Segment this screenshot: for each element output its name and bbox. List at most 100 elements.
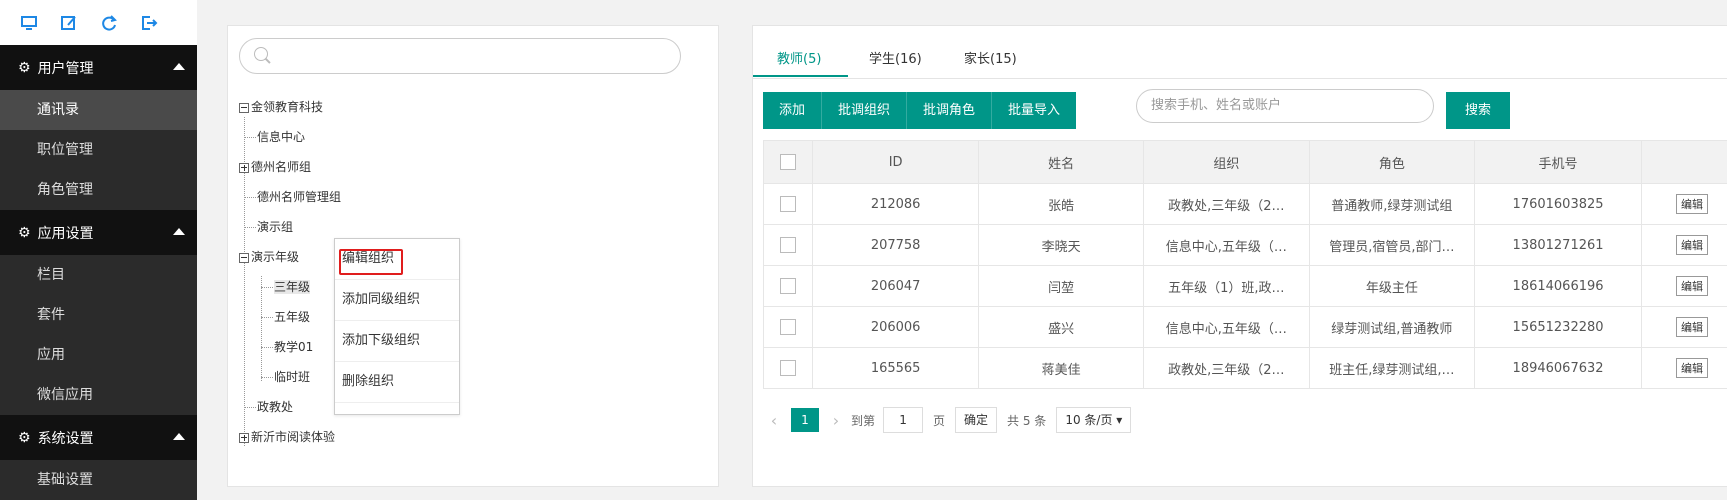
ctx-delete-org[interactable]: 删除组织 (335, 362, 459, 403)
sidebar-item-wechat-apps[interactable]: 微信应用 (0, 375, 197, 415)
tree-node[interactable]: 五年级 (261, 308, 310, 325)
sidebar-item-roles[interactable]: 角色管理 (0, 170, 197, 210)
cell-name: 盛兴 (979, 307, 1144, 348)
menu-group-app[interactable]: ⚙ 应用设置 (0, 210, 197, 255)
tree-node[interactable]: 临时班 (261, 368, 310, 385)
cell-phone: 13801271261 (1475, 225, 1642, 266)
cell-phone: 18614066196 (1475, 266, 1642, 307)
tab-students[interactable]: 学生(16) (869, 48, 922, 67)
gear-icon: ⚙ (18, 60, 31, 76)
tree-node[interactable]: 德州名师管理组 (244, 188, 341, 205)
tree-node[interactable]: 政教处 (244, 398, 293, 415)
table-header-row: ID 姓名 组织 角色 手机号 (764, 141, 1727, 184)
tree-node[interactable]: 信息中心 (244, 128, 305, 145)
collapse-icon[interactable] (239, 103, 249, 113)
header-phone: 手机号 (1475, 141, 1642, 184)
next-page-icon[interactable]: › (825, 411, 847, 430)
expand-icon[interactable] (239, 163, 249, 173)
search-button[interactable]: 搜索 (1446, 92, 1510, 129)
refresh-icon[interactable] (100, 14, 118, 32)
header-org: 组织 (1144, 141, 1310, 184)
row-select-cell (764, 184, 813, 225)
cell-role: 班主任,绿芽测试组,… (1309, 348, 1474, 389)
action-button-group: 添加 批调组织 批调角色 批量导入 (763, 92, 1076, 129)
collapse-icon[interactable] (239, 253, 249, 263)
menu-group-user[interactable]: ⚙ 用户管理 (0, 45, 197, 90)
row-checkbox[interactable] (780, 237, 796, 253)
sidebar-item-suites[interactable]: 套件 (0, 295, 197, 335)
ctx-add-sibling-org[interactable]: 添加同级组织 (335, 280, 459, 321)
cell-role: 管理员,宿管员,部门… (1309, 225, 1474, 266)
batch-import-button[interactable]: 批量导入 (992, 92, 1076, 129)
cell-name: 李晓天 (979, 225, 1144, 266)
header-role: 角色 (1309, 141, 1474, 184)
page-label: 页 (933, 412, 945, 429)
table-row: 212086 张皓 政教处,三年级（2… 普通教师,绿芽测试组 17601603… (764, 184, 1727, 225)
edit-button[interactable]: 编辑 (1676, 194, 1708, 214)
tab-teachers[interactable]: 教师(5) (777, 48, 821, 67)
row-checkbox[interactable] (780, 278, 796, 294)
cell-org: 五年级（1）班,政… (1144, 266, 1310, 307)
sidebar-item-contacts[interactable]: 通讯录 (0, 90, 197, 130)
row-checkbox[interactable] (780, 319, 796, 335)
batch-org-button[interactable]: 批调组织 (822, 92, 907, 129)
prev-page-icon[interactable]: ‹ (763, 411, 785, 430)
row-checkbox[interactable] (780, 196, 796, 212)
cell-action: 编辑 (1642, 307, 1727, 348)
tab-parents[interactable]: 家长(15) (964, 48, 1017, 67)
edit-button[interactable]: 编辑 (1676, 358, 1708, 378)
tree-node-selected[interactable]: 三年级 (261, 278, 310, 295)
cell-action: 编辑 (1642, 184, 1727, 225)
batch-role-button[interactable]: 批调角色 (907, 92, 992, 129)
row-checkbox[interactable] (780, 360, 796, 376)
monitor-icon[interactable] (20, 14, 38, 32)
cell-id: 206006 (813, 307, 979, 348)
edit-button[interactable]: 编辑 (1676, 235, 1708, 255)
expand-icon[interactable] (239, 433, 249, 443)
tree-node[interactable]: 新沂市阅读体验 (239, 428, 335, 445)
select-all-cell (764, 141, 813, 184)
cell-id: 212086 (813, 184, 979, 225)
edit-button[interactable]: 编辑 (1676, 317, 1708, 337)
per-page-select[interactable]: 10 条/页 ▾ (1056, 407, 1131, 433)
menu-group-system[interactable]: ⚙系统设置 (0, 415, 197, 460)
tree-node[interactable]: 德州名师组 (239, 158, 311, 175)
header-name: 姓名 (979, 141, 1144, 184)
caret-up-icon (173, 433, 185, 440)
tree-node[interactable]: 演示年级 (239, 248, 299, 265)
goto-page-input[interactable]: 1 (883, 407, 923, 433)
row-select-cell (764, 307, 813, 348)
member-search-input[interactable]: 搜索手机、姓名或账户 (1136, 89, 1434, 123)
sidebar-item-basic-settings[interactable]: 基础设置 (0, 460, 197, 500)
sidebar-item-columns[interactable]: 栏目 (0, 255, 197, 295)
cell-role: 年级主任 (1309, 266, 1474, 307)
edit-button[interactable]: 编辑 (1676, 276, 1708, 296)
sidebar-item-positions[interactable]: 职位管理 (0, 130, 197, 170)
header-action (1642, 141, 1727, 184)
pagination: ‹ 1 › 到第 1 页 确定 共 5 条 10 条/页 ▾ (763, 403, 1131, 437)
search-icon (254, 47, 268, 61)
logout-icon[interactable] (140, 14, 158, 32)
tree-search-input[interactable] (239, 38, 681, 74)
sidebar-item-apps[interactable]: 应用 (0, 335, 197, 375)
gear-icon: ⚙ (18, 225, 31, 241)
tab-bar: 教师(5) 学生(16) 家长(15) (753, 26, 1727, 79)
menu-group-label: 用户管理 (38, 58, 94, 78)
cell-phone: 17601603825 (1475, 184, 1642, 225)
ctx-add-child-org[interactable]: 添加下级组织 (335, 321, 459, 362)
menu-group-label: 应用设置 (38, 223, 94, 243)
caret-up-icon (173, 63, 185, 70)
tree-node[interactable]: 教学01 (261, 338, 313, 355)
select-all-checkbox[interactable] (780, 154, 796, 170)
add-button[interactable]: 添加 (763, 92, 822, 129)
org-tree-panel: 金领教育科技 信息中心 德州名师组 德州名师管理组 演示组 演示年级 三年级 五… (227, 25, 719, 487)
row-select-cell (764, 225, 813, 266)
confirm-button[interactable]: 确定 (955, 407, 997, 433)
cell-action: 编辑 (1642, 225, 1727, 266)
tree-node-root[interactable]: 金领教育科技 (239, 98, 323, 115)
edit-icon[interactable] (60, 14, 78, 32)
total-count: 共 5 条 (1007, 412, 1046, 429)
tree-node[interactable]: 演示组 (244, 218, 293, 235)
members-table: ID 姓名 组织 角色 手机号 212086 张皓 政教处,三年级（2… 普通教… (763, 140, 1727, 389)
current-page[interactable]: 1 (791, 408, 819, 432)
